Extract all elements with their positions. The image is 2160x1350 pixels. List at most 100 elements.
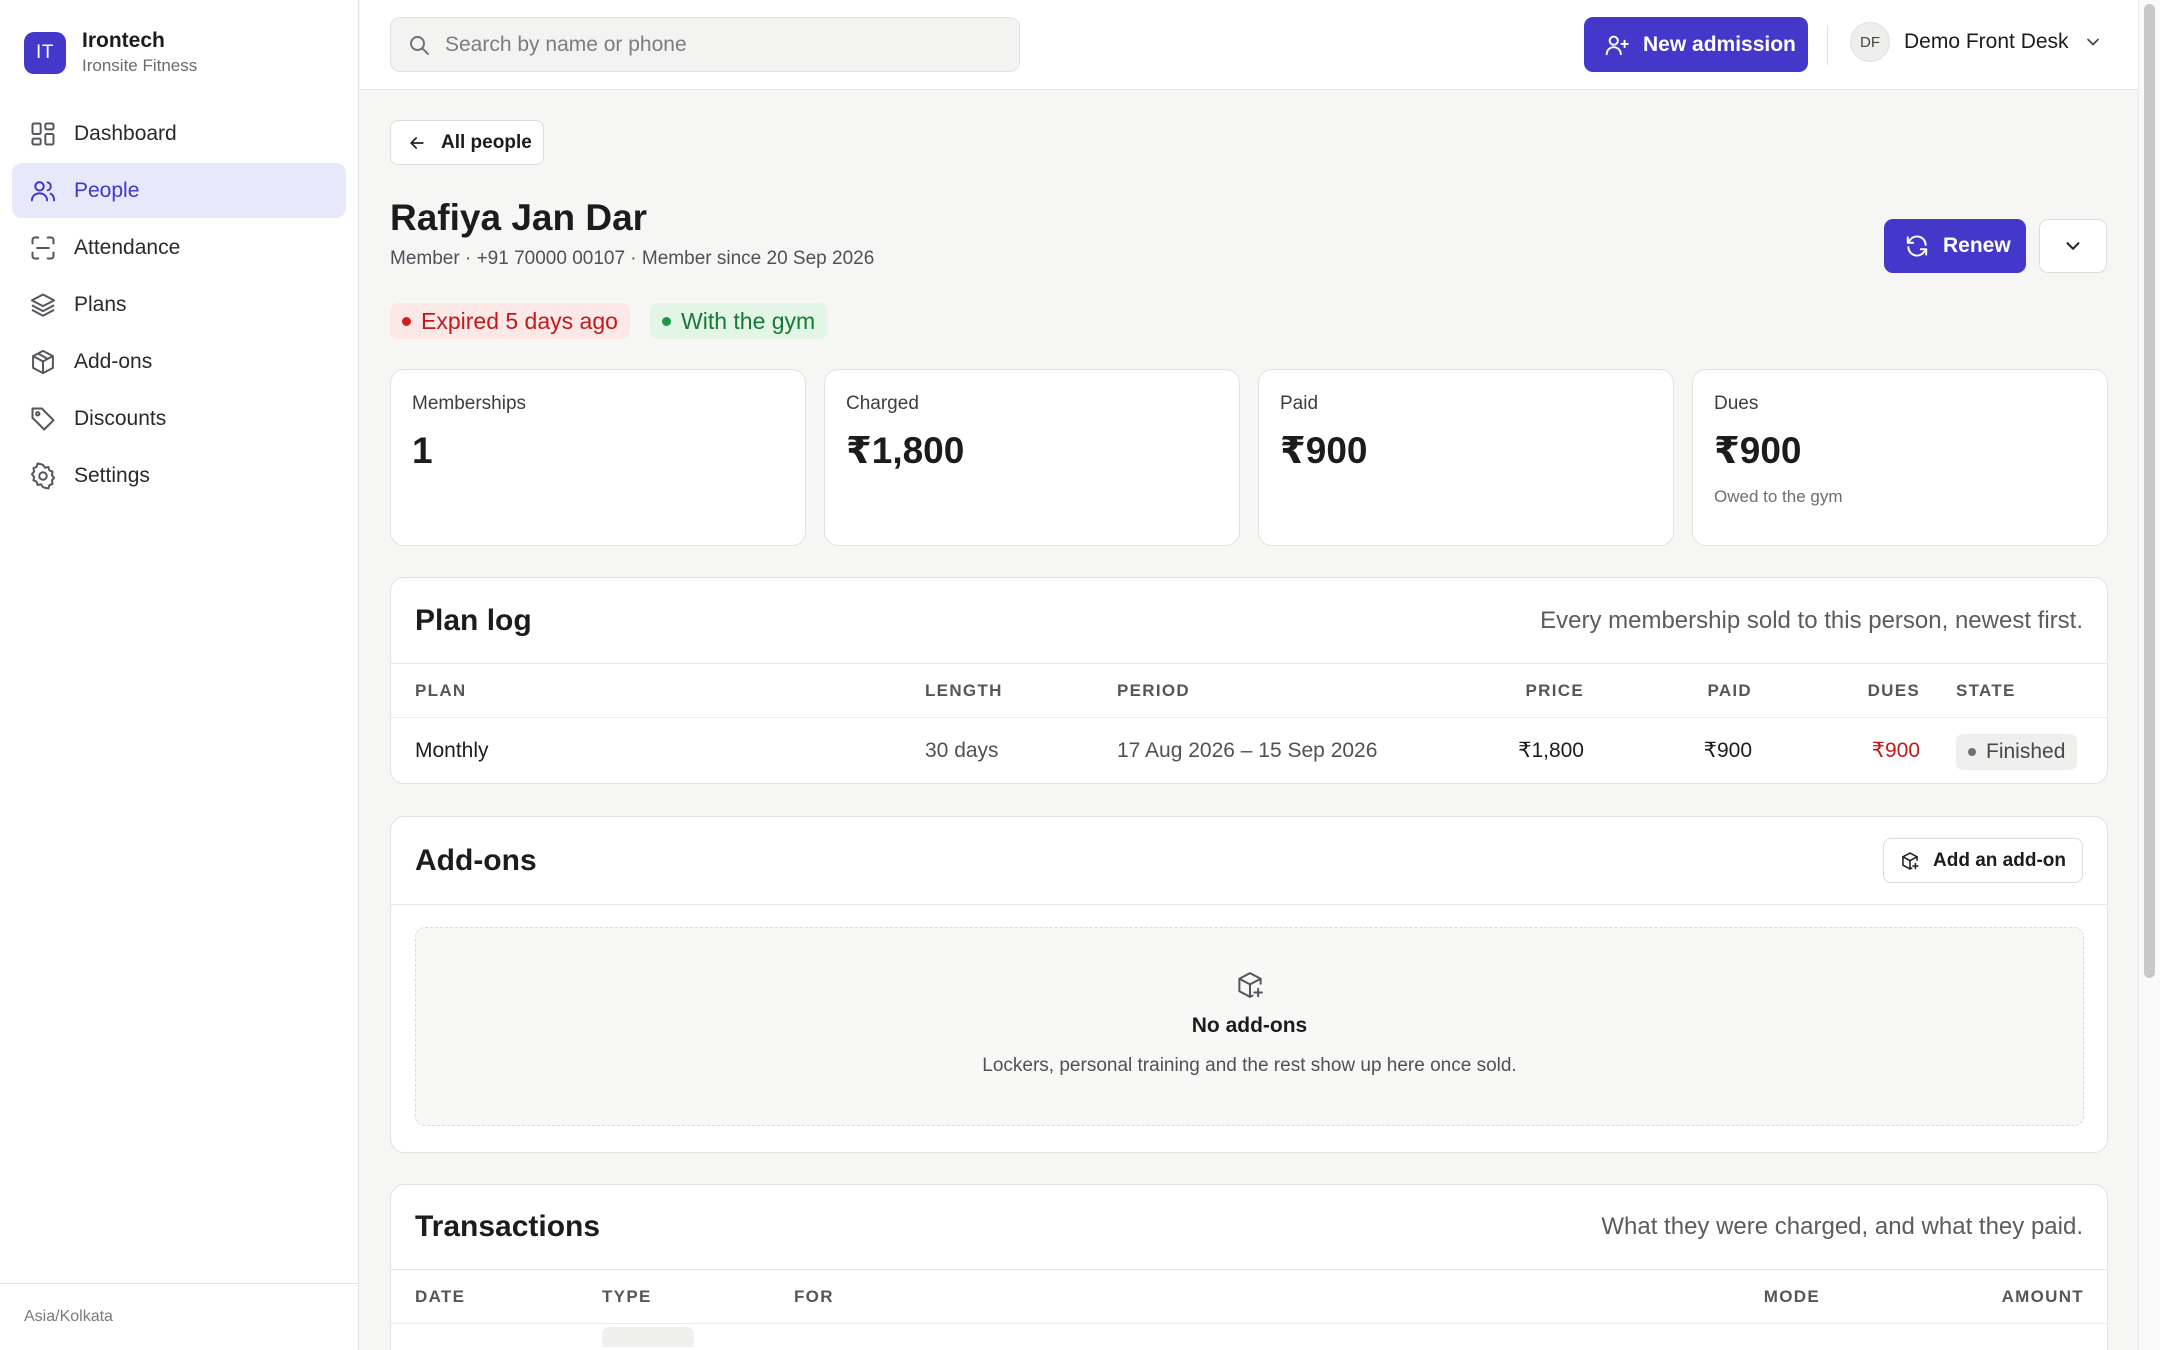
table-row[interactable]: Monthly 30 days 17 Aug 2026 – 15 Sep 202… [391,718,2107,783]
sidebar-item-people[interactable]: People [12,163,346,218]
back-label: All people [441,131,532,153]
topbar-divider [1827,25,1828,65]
chevron-down-icon [2083,32,2103,52]
brand-name: Irontech [82,29,165,52]
sidebar: IT Irontech Ironsite Fitness Dashboard P… [0,0,359,1350]
plan-log-title: Plan log [415,603,532,637]
brand-subtitle: Ironsite Fitness [82,56,198,75]
search-icon [407,33,431,57]
renew-button[interactable]: Renew [1884,219,2026,273]
sidebar-item-label: Attendance [74,235,181,259]
scan-icon [29,234,57,262]
plan-log-header-row: PLAN LENGTH PERIOD PRICE PAID DUES STATE [391,664,2107,718]
cell-dues: ₹900 [1871,739,1920,762]
new-admission-button[interactable]: New admission [1584,17,1808,72]
page-title: Rafiya Jan Dar [390,197,648,238]
chevron-down-icon [2062,235,2084,257]
add-add-on-button[interactable]: Add an add-on [1883,838,2083,883]
tag-icon [29,405,57,433]
add-add-on-label: Add an add-on [1933,849,2066,871]
package-plus-icon [1900,851,1920,871]
status-dot [662,316,671,326]
add-ons-empty-state: No add-ons Lockers, personal training an… [415,927,2084,1126]
status-badge-label: With the gym [681,307,816,334]
type-badge [602,1327,694,1347]
cell-period: 17 Aug 2026 – 15 Sep 2026 [1117,739,1378,762]
gear-icon [29,462,57,490]
brand-text: Irontech Ironsite Fitness [82,28,197,77]
layers-icon [29,291,57,319]
empty-state-title: No add-ons [1191,1014,1308,1037]
stat-label: Dues [1714,393,1759,414]
stat-label: Charged [846,393,919,414]
column-header-date[interactable]: DATE [415,1270,465,1324]
sidebar-item-discounts[interactable]: Discounts [12,391,346,446]
sidebar-item-label: Dashboard [74,121,177,145]
timezone-label: Asia/Kolkata [0,1283,359,1350]
state-badge: Finished [1956,734,2078,770]
package-icon [29,348,57,376]
brand[interactable]: IT Irontech Ironsite Fitness [24,28,197,77]
cell-length: 30 days [925,739,999,762]
search-box[interactable] [390,17,1020,72]
users-icon [29,177,57,205]
add-ons-card: Add-ons Add an add-on No add-ons Lockers… [390,816,2108,1153]
sidebar-item-plans[interactable]: Plans [12,277,346,332]
cell-price: ₹1,800 [1518,739,1584,762]
brand-logo: IT [24,31,66,74]
search-input[interactable] [445,32,1005,57]
new-admission-label: New admission [1643,32,1796,56]
plan-log-header: Plan log Every membership sold to this p… [391,578,2107,664]
status-badge-presence: With the gym [650,303,828,339]
column-header-paid[interactable]: PAID [1591,664,1752,718]
renew-label: Renew [1943,234,2011,257]
more-actions-button[interactable] [2039,219,2107,273]
scrollbar-thumb[interactable] [2144,4,2155,978]
column-header-state[interactable]: STATE [1956,664,2016,718]
column-header-length[interactable]: LENGTH [925,664,1003,718]
plan-log-description: Every membership sold to this person, ne… [1540,606,2083,634]
column-header-period[interactable]: PERIOD [1117,664,1190,718]
transactions-card: Transactions What they were charged, and… [390,1184,2108,1350]
stat-label: Paid [1280,393,1319,414]
column-header-mode[interactable]: MODE [1691,1270,1820,1324]
dashboard-icon [29,120,57,148]
package-plus-icon [1235,970,1265,1000]
column-header-dues[interactable]: DUES [1761,664,1920,718]
arrow-left-icon [407,133,427,153]
column-header-type[interactable]: TYPE [602,1270,652,1324]
add-ons-header: Add-ons Add an add-on [391,817,2107,905]
sidebar-item-label: Add-ons [74,349,153,373]
status-dot [1968,748,1976,756]
sidebar-item-attendance[interactable]: Attendance [12,220,346,275]
column-header-amount[interactable]: AMOUNT [1891,1270,2084,1324]
sidebar-item-label: Settings [74,463,150,487]
transactions-header-row: DATE TYPE FOR MODE AMOUNT [391,1270,2107,1347]
user-menu[interactable]: DF Demo Front Desk [1850,22,2103,62]
person-meta: Member · +91 70000 00107 · Member since … [390,248,875,269]
back-to-people-button[interactable]: All people [390,120,544,165]
transactions-description: What they were charged, and what they pa… [1601,1213,2083,1240]
transactions-header: Transactions What they were charged, and… [391,1185,2107,1270]
sidebar-item-add-ons[interactable]: Add-ons [12,334,346,389]
sidebar-item-dashboard[interactable]: Dashboard [12,106,346,161]
add-ons-title: Add-ons [415,843,537,877]
stat-value: ₹900 [1714,430,1802,471]
cell-paid: ₹900 [1703,739,1752,762]
column-header-plan[interactable]: PLAN [415,664,466,718]
refresh-icon [1904,233,1930,259]
sidebar-item-label: People [74,178,140,202]
stat-value: ₹900 [1280,430,1368,471]
topbar: New admission DF Demo Front Desk [360,0,2138,90]
stat-card-paid: Paid ₹900 [1258,369,1674,546]
column-header-price[interactable]: PRICE [1391,664,1584,718]
state-label: Finished [1986,740,2066,763]
plan-log-card: Plan log Every membership sold to this p… [390,577,2108,784]
status-badge-label: Expired 5 days ago [421,307,618,334]
sidebar-item-label: Plans [74,292,127,316]
status-dot [402,316,411,326]
scrollbar[interactable] [2138,0,2160,1350]
stat-value: 1 [412,430,433,471]
column-header-for[interactable]: FOR [794,1270,834,1324]
sidebar-item-settings[interactable]: Settings [12,448,346,503]
